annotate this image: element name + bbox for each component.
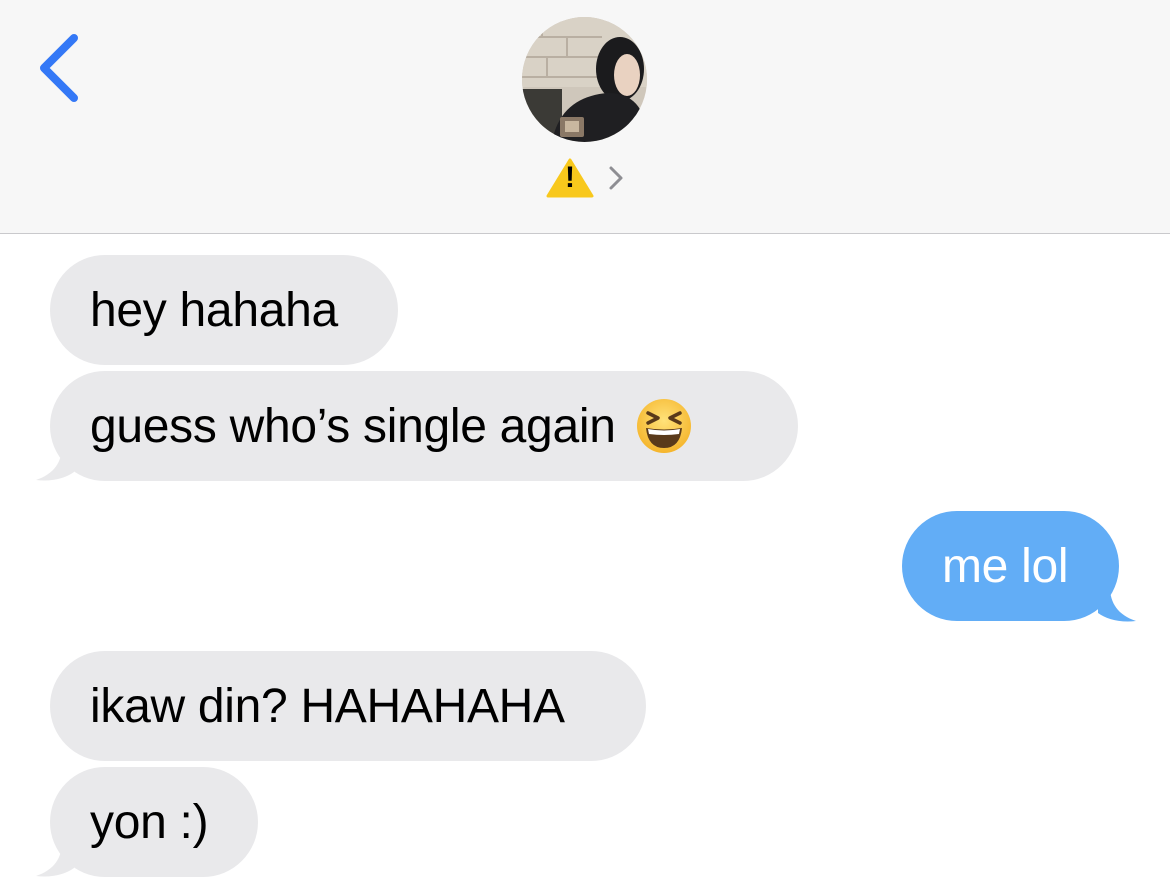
- received-bubble-tail: [36, 842, 74, 877]
- received-message-bubble[interactable]: ikaw din? HAHAHAHA: [50, 651, 646, 761]
- chevron-left-icon: [40, 34, 78, 102]
- back-button[interactable]: [30, 30, 90, 106]
- contact-details-button[interactable]: !: [546, 158, 626, 198]
- message-text: guess who’s single again: [90, 399, 616, 453]
- message-text: ikaw din? HAHAHAHA: [90, 679, 565, 733]
- messages-screen: ! hey hahaha guess who’s single again me…: [0, 0, 1170, 896]
- received-message-bubble[interactable]: hey hahaha: [50, 255, 398, 365]
- received-message-bubble[interactable]: yon :): [50, 767, 258, 877]
- chevron-right-icon: [609, 166, 623, 190]
- message-text: hey hahaha: [90, 283, 338, 337]
- message-text: yon :): [90, 795, 209, 849]
- sent-message-bubble[interactable]: me lol: [902, 511, 1119, 621]
- received-bubble-tail: [36, 446, 74, 481]
- conversation-header: !: [0, 0, 1170, 234]
- contact-avatar[interactable]: [522, 17, 647, 142]
- grinning-squinting-face-icon: [636, 399, 691, 453]
- received-message-bubble[interactable]: guess who’s single again: [50, 371, 798, 481]
- sent-bubble-tail: [1098, 587, 1136, 622]
- message-text: me lol: [942, 539, 1069, 593]
- warning-glyph: !: [565, 161, 575, 194]
- avatar-photo: [522, 17, 647, 142]
